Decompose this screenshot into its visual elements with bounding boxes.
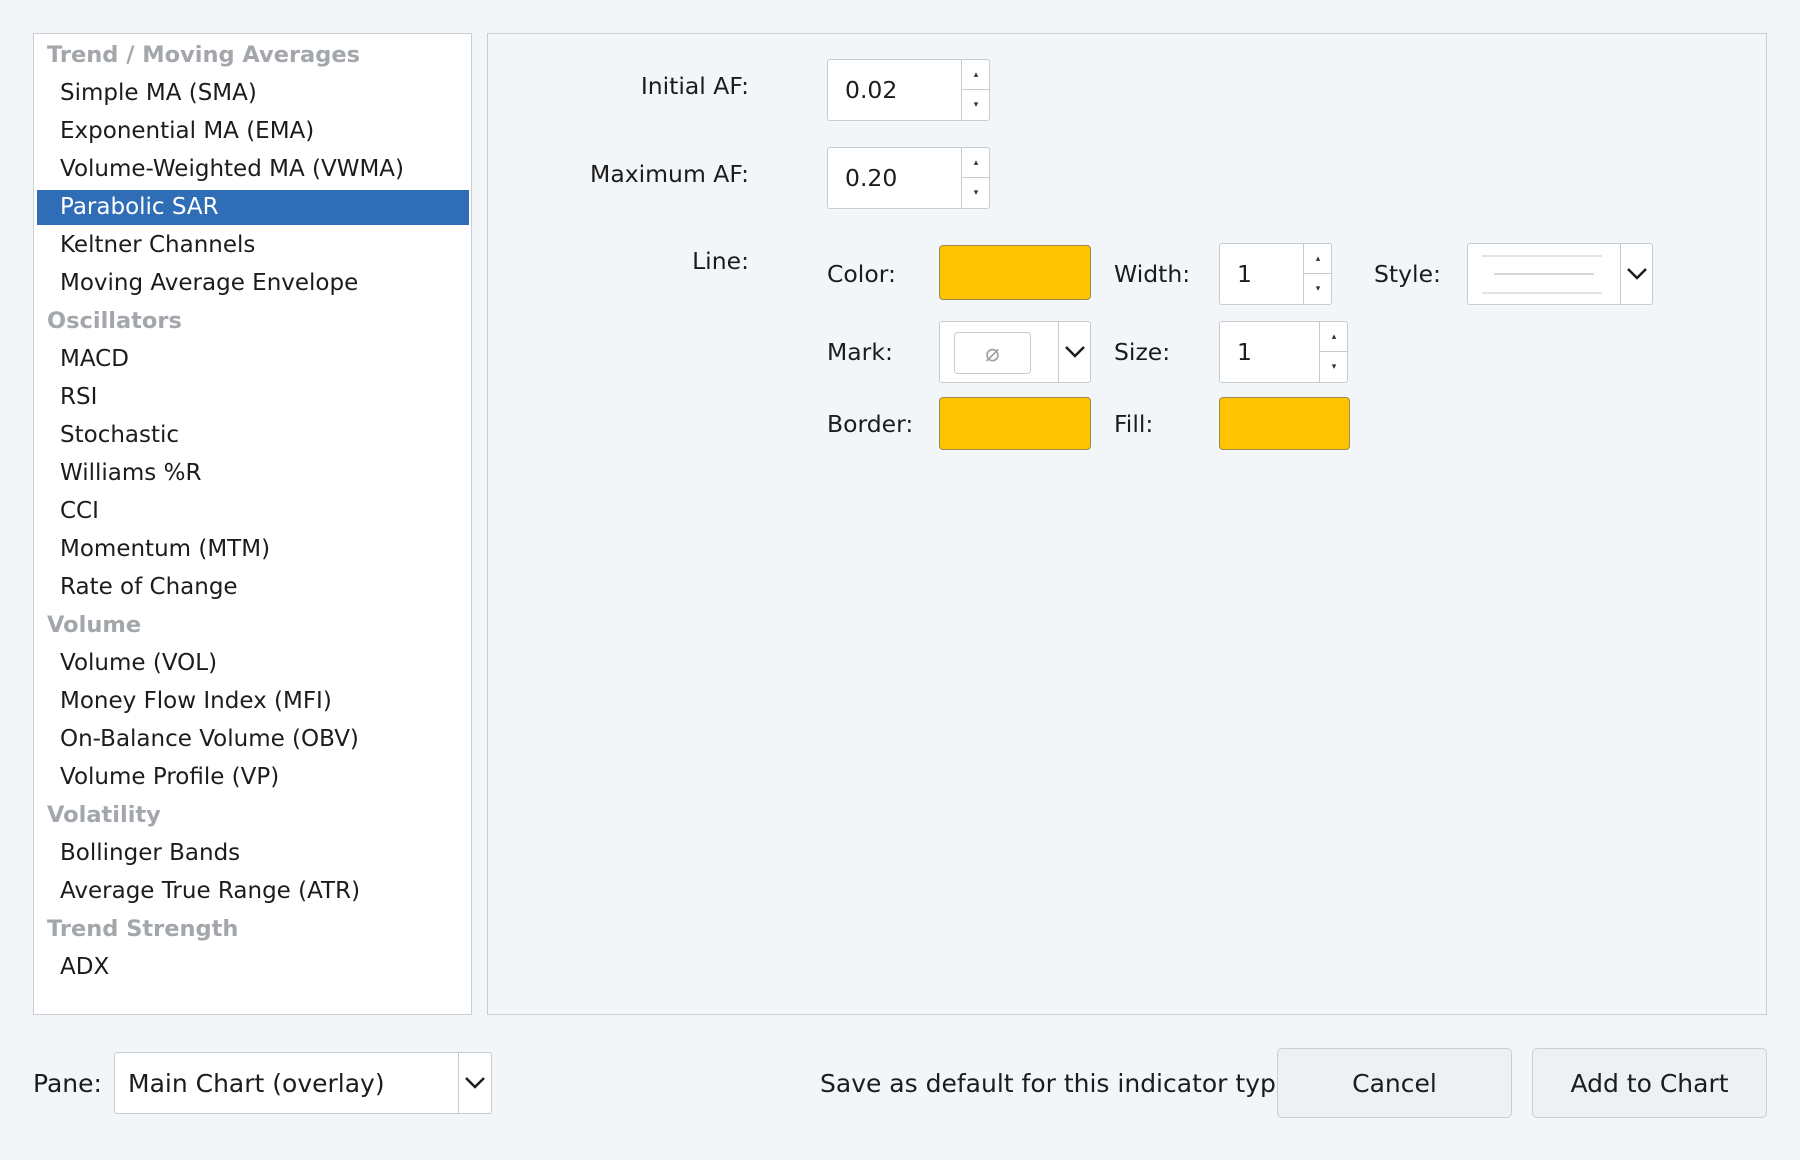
list-item[interactable]: Average True Range (ATR)	[34, 872, 471, 910]
list-item[interactable]: Bollinger Bands	[34, 834, 471, 872]
decrement-icon[interactable]: ▾	[962, 178, 990, 208]
decrement-icon[interactable]: ▾	[1304, 274, 1332, 304]
chevron-down-icon[interactable]	[458, 1053, 491, 1113]
pane-select[interactable]: Main Chart (overlay)	[114, 1052, 492, 1114]
pane-label: Pane:	[33, 1069, 102, 1098]
list-category-header: Volatility	[47, 802, 161, 828]
mark-preview: ⌀	[954, 332, 1031, 374]
mark-select[interactable]: ⌀	[939, 321, 1091, 383]
line-style-preview	[1482, 255, 1602, 294]
line-width-value[interactable]: 1	[1237, 244, 1252, 304]
list-item[interactable]: On-Balance Volume (OBV)	[34, 720, 471, 758]
line-style-select[interactable]	[1467, 243, 1653, 305]
list-item[interactable]: Money Flow Index (MFI)	[34, 682, 471, 720]
mark-size-spinner[interactable]: 1 ▴ ▾	[1219, 321, 1348, 383]
mark-size-value[interactable]: 1	[1237, 322, 1252, 382]
maximum-af-spinner[interactable]: 0.20 ▴ ▾	[827, 147, 990, 209]
settings-panel: Initial AF: 0.02 ▴ ▾ Maximum AF: 0.20 ▴ …	[487, 33, 1767, 1015]
list-item[interactable]: Volume (VOL)	[34, 644, 471, 682]
list-item[interactable]: Exponential MA (EMA)	[34, 112, 471, 150]
list-item[interactable]: Volume-Weighted MA (VWMA)	[34, 150, 471, 188]
line-color-swatch[interactable]	[939, 245, 1091, 300]
list-item[interactable]: Rate of Change	[34, 568, 471, 606]
line-width-stepper[interactable]: ▴ ▾	[1303, 244, 1332, 304]
initial-af-stepper[interactable]: ▴ ▾	[961, 60, 990, 120]
chevron-down-icon[interactable]	[1620, 244, 1652, 304]
increment-icon[interactable]: ▴	[962, 148, 990, 178]
cancel-button[interactable]: Cancel	[1277, 1048, 1512, 1118]
mark-size-stepper[interactable]: ▴ ▾	[1319, 322, 1348, 382]
decrement-icon[interactable]: ▾	[1320, 352, 1348, 382]
fill-label: Fill:	[1114, 410, 1154, 438]
pane-select-value[interactable]: Main Chart (overlay)	[128, 1053, 385, 1113]
increment-icon[interactable]: ▴	[1320, 322, 1348, 352]
save-as-default-option[interactable]: Save as default for this indicator type	[820, 1069, 1291, 1098]
list-category-header: Oscillators	[47, 308, 182, 334]
border-label: Border:	[827, 410, 914, 438]
list-item[interactable]: ADX	[34, 948, 471, 986]
list-item[interactable]: Williams %R	[34, 454, 471, 492]
list-item[interactable]: Stochastic	[34, 416, 471, 454]
mark-label: Mark:	[827, 338, 893, 366]
line-width-label: Width:	[1114, 260, 1191, 288]
list-category-header: Trend / Moving Averages	[47, 42, 361, 68]
initial-af-spinner[interactable]: 0.02 ▴ ▾	[827, 59, 990, 121]
line-color-label: Color:	[827, 260, 896, 288]
line-width-spinner[interactable]: 1 ▴ ▾	[1219, 243, 1332, 305]
list-category-header: Trend Strength	[47, 916, 239, 942]
list-item[interactable]: Volume Profile (VP)	[34, 758, 471, 796]
border-color-swatch[interactable]	[939, 397, 1091, 450]
list-item[interactable]: Keltner Channels	[34, 226, 471, 264]
list-item[interactable]: RSI	[34, 378, 471, 416]
mark-size-label: Size:	[1114, 338, 1171, 366]
increment-icon[interactable]: ▴	[1304, 244, 1332, 274]
maximum-af-value[interactable]: 0.20	[845, 148, 897, 208]
add-to-chart-button[interactable]: Add to Chart	[1532, 1048, 1767, 1118]
line-style-label: Style:	[1374, 260, 1441, 288]
indicator-list[interactable]: Trend / Moving Averages Simple MA (SMA) Ex…	[33, 33, 472, 1015]
list-item[interactable]: Simple MA (SMA)	[34, 74, 471, 112]
list-item[interactable]: MACD	[34, 340, 471, 378]
increment-icon[interactable]: ▴	[962, 60, 990, 90]
list-category-header: Volume	[47, 612, 142, 638]
chevron-down-icon[interactable]	[1058, 322, 1090, 382]
fill-color-swatch[interactable]	[1219, 397, 1350, 450]
list-item[interactable]: Parabolic SAR	[37, 189, 469, 225]
list-item[interactable]: Moving Average Envelope	[34, 264, 471, 302]
list-item[interactable]: Momentum (MTM)	[34, 530, 471, 568]
decrement-icon[interactable]: ▾	[962, 90, 990, 120]
line-label: Line:	[692, 247, 749, 275]
initial-af-value[interactable]: 0.02	[845, 60, 897, 120]
no-marker-icon: ⌀	[985, 339, 1000, 367]
maximum-af-label: Maximum AF:	[590, 160, 749, 188]
maximum-af-stepper[interactable]: ▴ ▾	[961, 148, 990, 208]
initial-af-label: Initial AF:	[640, 72, 749, 100]
list-item[interactable]: CCI	[34, 492, 471, 530]
